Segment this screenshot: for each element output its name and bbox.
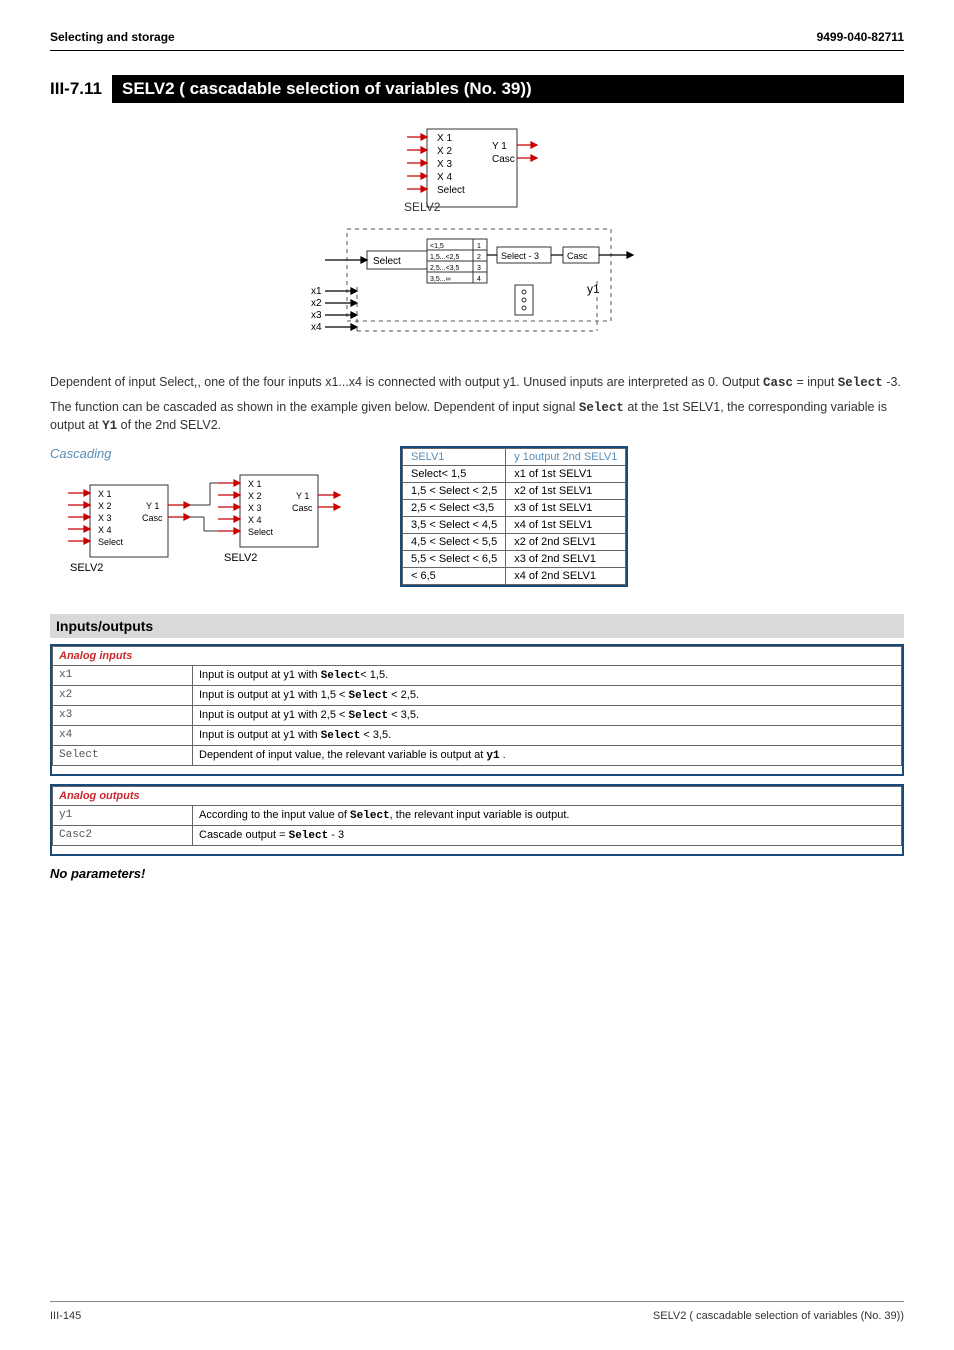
svg-text:Y 1: Y 1	[296, 491, 309, 501]
svg-text:4: 4	[477, 276, 481, 283]
svg-text:X 4: X 4	[248, 515, 262, 525]
svg-text:1: 1	[477, 243, 481, 250]
diagram-main: SELV2 X 1 X 2 X 3 X 4 Select Y 1 Casc Se…	[50, 121, 904, 356]
svg-text:x3: x3	[311, 310, 322, 321]
svg-text:Select: Select	[98, 537, 124, 547]
table-row: 2,5 < Select <3,5x3 of 1st SELV1	[403, 499, 626, 516]
svg-text:SELV2: SELV2	[224, 552, 257, 564]
section-header: III-7.11 SELV2 ( cascadable selection of…	[50, 75, 904, 103]
table-row: 5,5 < Select < 6,5x3 of 2nd SELV1	[403, 550, 626, 567]
svg-text:1,5...<2,5: 1,5...<2,5	[430, 254, 459, 261]
table-row: Casc2Cascade output = Select - 3	[53, 825, 902, 845]
table-row: SelectDependent of input value, the rele…	[53, 745, 902, 765]
svg-text:3: 3	[477, 265, 481, 272]
paragraph-2: The function can be cascaded as shown in…	[50, 399, 904, 436]
page-footer: III-145 SELV2 ( cascadable selection of …	[50, 1310, 904, 1322]
svg-text:y1: y1	[587, 282, 600, 296]
svg-text:X 3: X 3	[437, 159, 452, 170]
table-row: 3,5 < Select < 4,5x4 of 1st SELV1	[403, 516, 626, 533]
table-row: 4,5 < Select < 5,5x2 of 2nd SELV1	[403, 533, 626, 550]
cascading-diagram-wrap: Cascading SELV2 X 1 X 2 X 3 X 4 Select Y…	[50, 446, 370, 592]
cascading-label: Cascading	[50, 446, 370, 461]
svg-text:3,5...∞: 3,5...∞	[430, 276, 451, 283]
svg-text:Select: Select	[248, 527, 274, 537]
svg-text:X 3: X 3	[248, 503, 262, 513]
svg-text:X 3: X 3	[98, 513, 112, 523]
svg-text:x4: x4	[311, 322, 322, 333]
no-parameters: No parameters!	[50, 866, 904, 881]
svg-text:Select: Select	[437, 185, 465, 196]
svg-text:X 4: X 4	[98, 525, 112, 535]
svg-text:SELV2: SELV2	[70, 562, 103, 574]
footer-left: III-145	[50, 1310, 81, 1322]
svg-text:2,5...<3,5: 2,5...<3,5	[430, 265, 459, 272]
svg-text:X 2: X 2	[98, 501, 112, 511]
svg-text:X 4: X 4	[437, 172, 452, 183]
table-row: < 6,5x4 of 2nd SELV1	[403, 567, 626, 584]
table-row: x4Input is output at y1 with Select < 3,…	[53, 725, 902, 745]
svg-text:Y 1: Y 1	[492, 141, 507, 152]
paragraph-1: Dependent of input Select,, one of the f…	[50, 374, 904, 393]
diagram-svg: SELV2 X 1 X 2 X 3 X 4 Select Y 1 Casc Se…	[297, 121, 657, 351]
svg-text:X 2: X 2	[437, 146, 452, 157]
section-number: III-7.11	[50, 75, 112, 103]
svg-text:X 1: X 1	[437, 133, 452, 144]
cascading-section: Cascading SELV2 X 1 X 2 X 3 X 4 Select Y…	[50, 446, 904, 592]
svg-text:x2: x2	[311, 298, 322, 309]
svg-text:Select: Select	[373, 256, 401, 267]
header-left: Selecting and storage	[50, 30, 175, 44]
analog-inputs-table: Analog inputs x1Input is output at y1 wi…	[52, 646, 902, 766]
table-row: x2Input is output at y1 with 1,5 < Selec…	[53, 685, 902, 705]
svg-text:X 1: X 1	[248, 479, 262, 489]
section-title: SELV2 ( cascadable selection of variable…	[112, 75, 904, 103]
analog-outputs-wrap: Analog outputs y1According to the input …	[50, 784, 904, 856]
io-heading: Inputs/outputs	[50, 614, 904, 638]
svg-text:2: 2	[477, 254, 481, 261]
table-row: x3Input is output at y1 with 2,5 < Selec…	[53, 705, 902, 725]
header-right: 9499-040-82711	[817, 30, 904, 44]
selv-th-1: y 1output 2nd SELV1	[506, 448, 626, 465]
page-header: Selecting and storage 9499-040-82711	[50, 30, 904, 44]
svg-text:Select - 3: Select - 3	[501, 251, 539, 261]
cascading-diagram: SELV2 X 1 X 2 X 3 X 4 Select Y 1 Casc SE…	[50, 467, 370, 587]
selv-th-0: SELV1	[403, 448, 506, 465]
footer-right: SELV2 ( cascadable selection of variable…	[653, 1310, 904, 1322]
svg-text:X 1: X 1	[98, 489, 112, 499]
analog-inputs-wrap: Analog inputs x1Input is output at y1 wi…	[50, 644, 904, 776]
selv-table-wrap: SELV1y 1output 2nd SELV1 Select< 1,5x1 o…	[400, 446, 628, 587]
footer-rule	[50, 1301, 904, 1302]
svg-text:X 2: X 2	[248, 491, 262, 501]
analog-outputs-table: Analog outputs y1According to the input …	[52, 786, 902, 846]
svg-text:Casc: Casc	[492, 154, 515, 165]
selv-table: SELV1y 1output 2nd SELV1 Select< 1,5x1 o…	[402, 448, 626, 585]
analog-inputs-title: Analog inputs	[53, 646, 902, 665]
svg-text:Casc: Casc	[567, 251, 588, 261]
table-row: Select< 1,5x1 of 1st SELV1	[403, 465, 626, 482]
table-row: y1According to the input value of Select…	[53, 805, 902, 825]
svg-text:Y 1: Y 1	[146, 501, 159, 511]
header-rule	[50, 50, 904, 51]
svg-text:Casc: Casc	[292, 503, 313, 513]
svg-text:<1,5: <1,5	[430, 243, 444, 250]
table-row: 1,5 < Select < 2,5x2 of 1st SELV1	[403, 482, 626, 499]
block-label: SELV2	[404, 200, 441, 214]
analog-outputs-title: Analog outputs	[53, 786, 902, 805]
svg-text:Casc: Casc	[142, 513, 163, 523]
svg-text:x1: x1	[311, 286, 322, 297]
table-row: x1Input is output at y1 with Select< 1,5…	[53, 665, 902, 685]
